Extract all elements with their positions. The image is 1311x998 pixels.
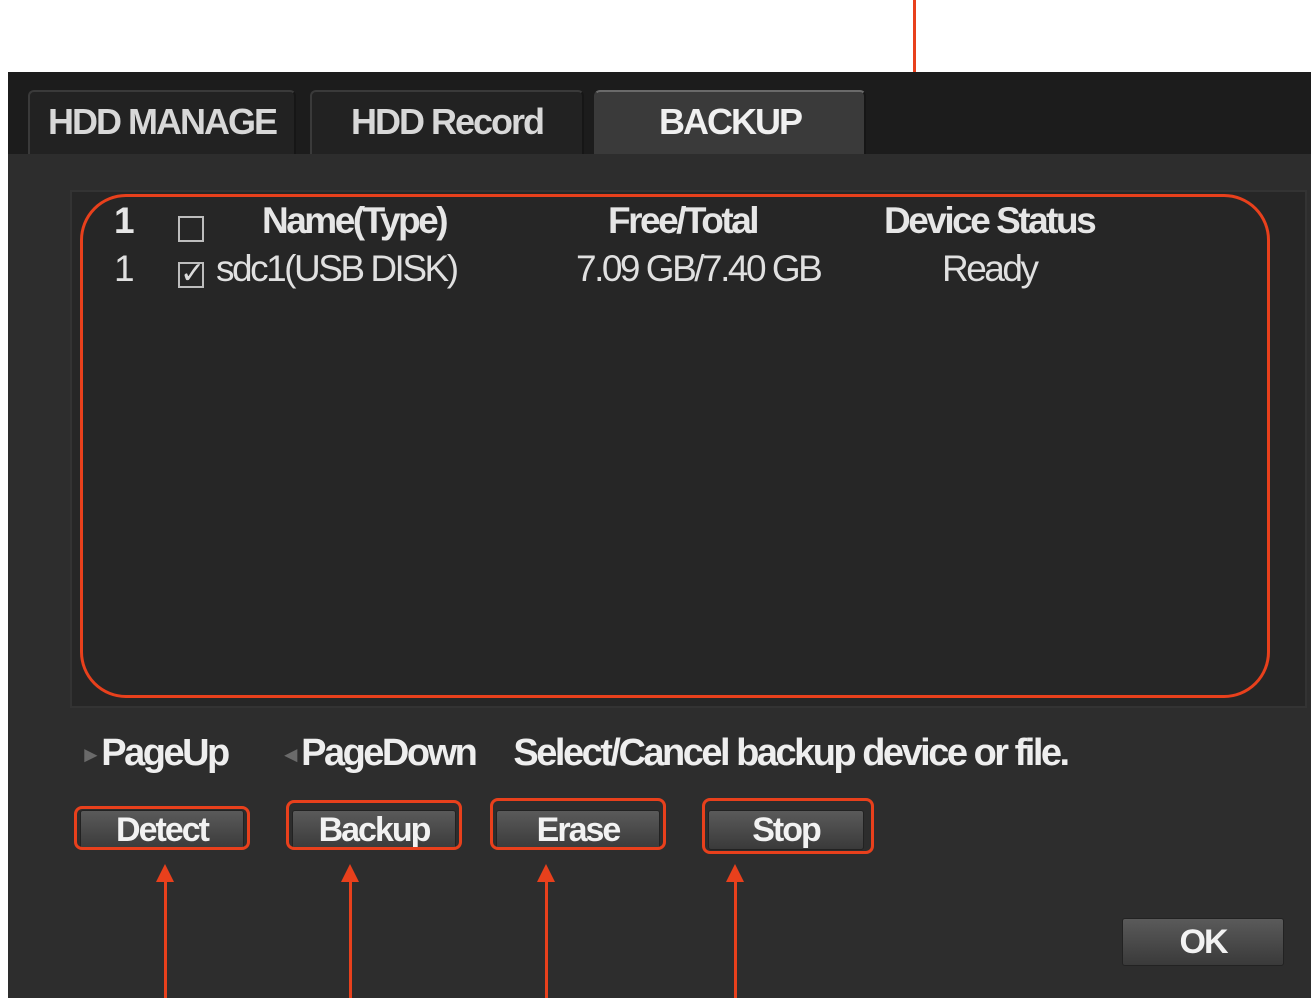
annotation-arrow-line-detect — [164, 878, 167, 998]
detect-button[interactable]: Detect — [80, 810, 244, 850]
paging-bar: ►PageUp ◄PageDown Select/Cancel backup d… — [80, 732, 1070, 782]
device-list-header: 1 Name(Type) Free/Total Device Status — [72, 200, 1305, 250]
page-up-label: PageUp — [101, 732, 230, 774]
page-down-arrow-icon: ◄ — [279, 741, 302, 767]
device-list[interactable]: 1 Name(Type) Free/Total Device Status 1 … — [70, 190, 1307, 708]
row-name: sdc1(USB DISK) — [216, 248, 459, 289]
page-up-link[interactable]: ►PageUp — [80, 732, 230, 774]
table-row[interactable]: 1 ✓ sdc1(USB DISK) 7.09 GB/7.40 GB Ready — [72, 248, 1305, 298]
row-index: 1 — [114, 248, 135, 289]
ok-button[interactable]: OK — [1122, 918, 1284, 966]
page-down-link[interactable]: ◄PageDown — [279, 732, 478, 774]
stop-button[interactable]: Stop — [708, 810, 864, 850]
page-up-arrow-icon: ► — [80, 741, 102, 767]
tab-bar: HDD MANAGE HDD Record BACKUP — [8, 72, 1311, 156]
erase-button[interactable]: Erase — [496, 810, 660, 850]
annotation-arrow-line-stop — [734, 878, 737, 998]
annotation-arrow-line-backup — [349, 878, 352, 998]
row-device-status: Ready — [942, 248, 1039, 289]
header-device-status: Device Status — [884, 200, 1097, 241]
header-index: 1 — [114, 200, 135, 241]
tab-hdd-manage[interactable]: HDD MANAGE — [28, 90, 296, 154]
page-down-label: PageDown — [301, 732, 478, 774]
annotation-arrow-line-erase — [545, 878, 548, 998]
select-all-checkbox[interactable] — [178, 216, 204, 242]
backup-button[interactable]: Backup — [292, 810, 456, 850]
header-name: Name(Type) — [262, 200, 449, 241]
tab-backup[interactable]: BACKUP — [594, 90, 866, 154]
row-checkbox[interactable]: ✓ — [178, 257, 205, 290]
row-free-total: 7.09 GB/7.40 GB — [576, 248, 823, 289]
hint-text: Select/Cancel backup device or file. — [513, 732, 1070, 774]
header-free-total: Free/Total — [608, 200, 760, 241]
backup-window: HDD MANAGE HDD Record BACKUP 1 Name(Type… — [8, 72, 1311, 998]
check-mark-icon: ✓ — [180, 257, 206, 290]
tab-hdd-record[interactable]: HDD Record — [310, 90, 584, 154]
